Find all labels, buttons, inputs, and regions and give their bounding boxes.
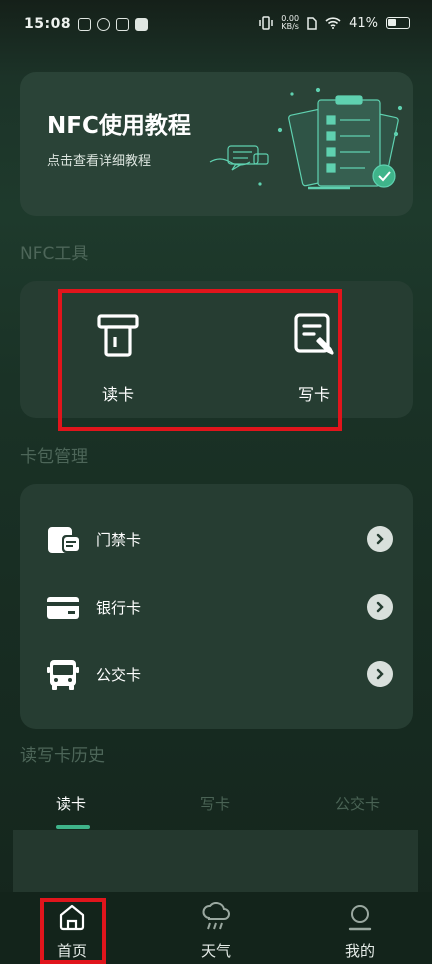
- battery-icon: [386, 17, 410, 29]
- notification-icons: [78, 18, 148, 31]
- bus-icon: [47, 660, 79, 690]
- tutorial-subtitle: 点击查看详细教程: [47, 154, 152, 169]
- history-section-title: 读写卡历史: [20, 746, 105, 766]
- wallet-label: 公交卡: [96, 666, 142, 684]
- wallet-item-bus-card[interactable]: 公交卡: [20, 649, 413, 699]
- history-list-panel: [13, 830, 418, 892]
- nav-label: 天气: [200, 942, 231, 960]
- chevron-right-icon[interactable]: [367, 526, 393, 552]
- nfc-tools-section-title: NFC工具: [20, 244, 89, 264]
- wallet-item-bank-card[interactable]: 银行卡: [20, 582, 413, 632]
- highlight-annotation: [40, 898, 106, 964]
- tiktok-icon: [135, 18, 148, 31]
- profile-icon: [348, 905, 372, 931]
- wallet-label: 银行卡: [96, 599, 142, 617]
- nav-label: 我的: [344, 942, 375, 960]
- nfc-tutorial-card[interactable]: NFC使用教程 点击查看详细教程: [20, 72, 413, 216]
- wallet-label: 门禁卡: [96, 531, 142, 549]
- chevron-right-icon[interactable]: [367, 661, 393, 687]
- bank-card-icon: [47, 597, 79, 619]
- nav-profile[interactable]: 我的: [325, 902, 395, 961]
- net-speed-unit: KB/s: [281, 22, 299, 31]
- wifi-icon: [325, 17, 341, 29]
- active-tab-indicator: [56, 825, 90, 829]
- wallet-section-title: 卡包管理: [20, 447, 88, 467]
- battery-percent: 41%: [349, 15, 378, 31]
- tab-write-card[interactable]: 写卡: [200, 793, 230, 814]
- wallet-item-access-card[interactable]: 门禁卡: [20, 514, 413, 564]
- net-speed: 0.00 KB/s: [281, 15, 299, 31]
- tutorial-title: NFC使用教程: [47, 113, 191, 139]
- app-notification-icon: [97, 18, 110, 31]
- tutorial-illustration-icon: [209, 87, 403, 190]
- nav-weather[interactable]: 天气: [181, 902, 251, 961]
- highlight-annotation: [58, 289, 342, 431]
- weather-icon: [202, 902, 230, 930]
- wallet-card: 门禁卡 银行卡 公交卡: [20, 484, 413, 729]
- app-notification-icon: [78, 18, 91, 31]
- vibrate-icon: [259, 16, 274, 30]
- tab-read-card[interactable]: 读卡: [56, 793, 86, 814]
- status-time: 15:08: [24, 16, 72, 32]
- access-card-icon: [48, 527, 79, 553]
- app-notification-icon: [116, 18, 129, 31]
- history-tabs: 读卡 写卡 公交卡: [0, 780, 432, 830]
- tab-bus-card[interactable]: 公交卡: [335, 793, 380, 814]
- sim-icon: [307, 16, 317, 30]
- chevron-right-icon[interactable]: [367, 594, 393, 620]
- status-bar: 15:08 0.00 KB/s 41%: [0, 0, 432, 50]
